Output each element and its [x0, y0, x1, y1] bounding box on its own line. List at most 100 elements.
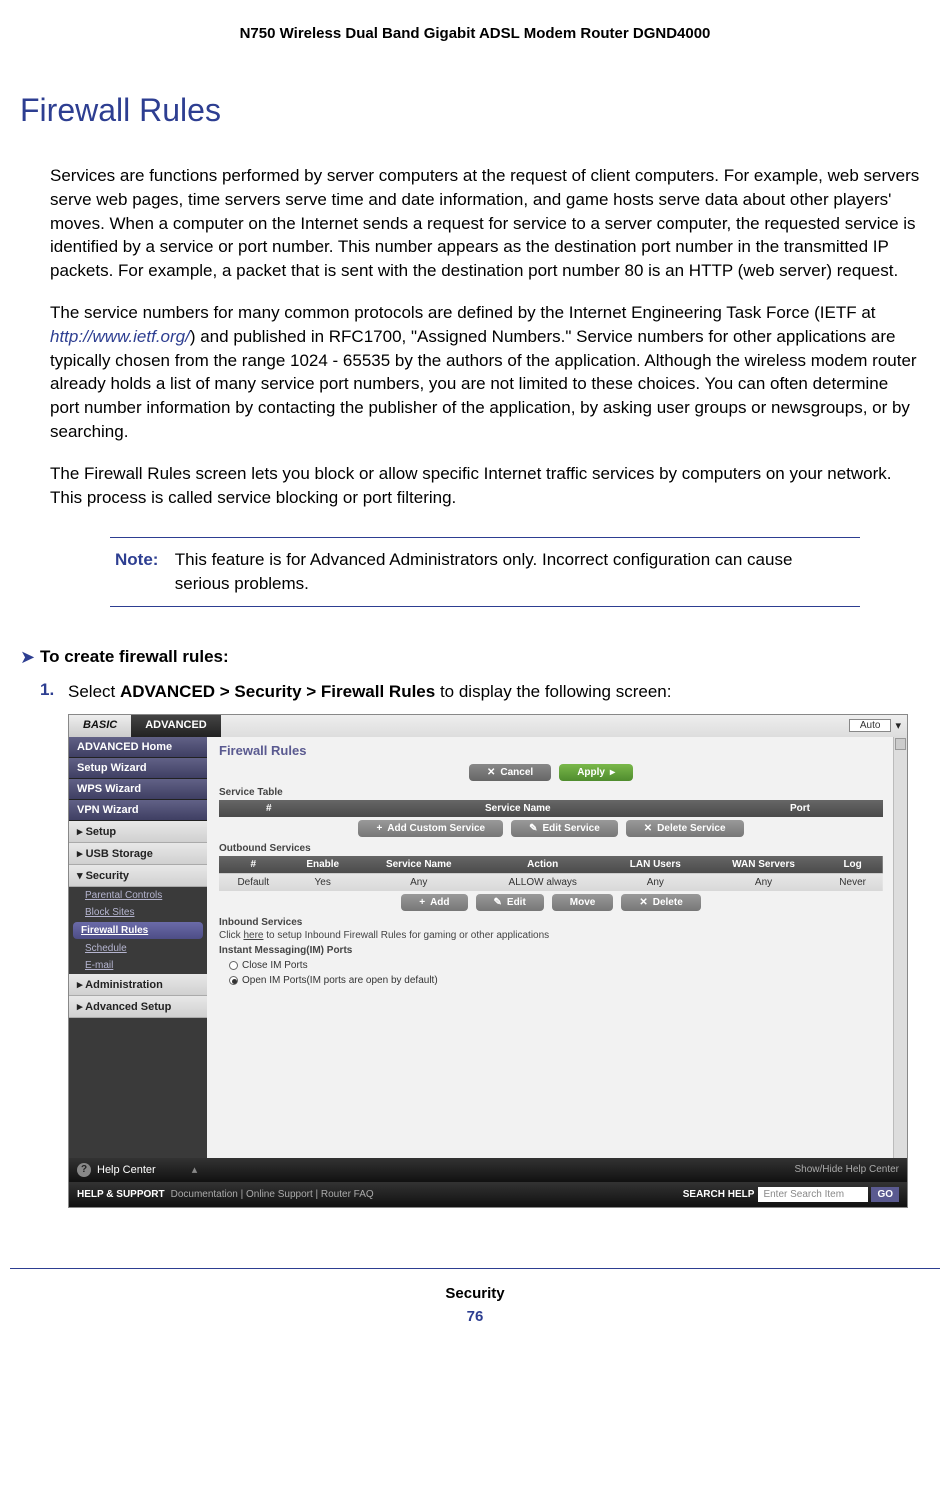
ietf-link[interactable]: http://www.ietf.org/: [50, 327, 190, 346]
router-screenshot: BASIC ADVANCED Auto▾ ADVANCED Home Setup…: [68, 714, 908, 1208]
th-number: #: [219, 800, 319, 817]
apply-button[interactable]: Apply ▸: [559, 764, 633, 781]
inbound-text-a: Click: [219, 930, 243, 941]
close-icon: ✕: [644, 823, 652, 834]
th-lan: LAN Users: [606, 856, 705, 874]
cancel-label: Cancel: [500, 767, 533, 778]
step-text: Select ADVANCED > Security > Firewall Ru…: [68, 680, 920, 704]
sidebar-spacer: [69, 1018, 207, 1158]
td-enable: Yes: [288, 873, 358, 891]
service-buttons: +Add Custom Service ✎Edit Service ✕ Delet…: [219, 820, 883, 837]
sidebar-usb-storage[interactable]: ▸ USB Storage: [69, 843, 207, 865]
outbound-header: # Enable Service Name Action LAN Users W…: [219, 856, 883, 874]
edit-label: Edit: [507, 897, 526, 908]
action-row: ✕Cancel Apply ▸: [219, 764, 883, 781]
add-custom-service-button[interactable]: +Add Custom Service: [358, 820, 503, 837]
edit-service-button[interactable]: ✎Edit Service: [511, 820, 618, 837]
sidebar-advanced-home[interactable]: ADVANCED Home: [69, 737, 207, 758]
sidebar: ADVANCED Home Setup Wizard WPS Wizard VP…: [69, 737, 207, 1158]
radio-selected-icon: [229, 976, 238, 985]
delete-service-label: Delete Service: [657, 823, 725, 834]
help-support-label: HELP & SUPPORT: [77, 1189, 165, 1200]
sidebar-schedule[interactable]: Schedule: [69, 940, 207, 957]
arrow-right-icon: ▸: [610, 767, 615, 778]
footer-section-label: Security: [10, 1285, 940, 1302]
outbound-row-default: Default Yes Any ALLOW always Any Any Nev…: [219, 873, 883, 891]
footer-page-number: 76: [10, 1308, 940, 1325]
search-help-label: SEARCH HELP: [683, 1189, 755, 1200]
apply-label: Apply: [577, 767, 605, 778]
sidebar-wps-wizard[interactable]: WPS Wizard: [69, 779, 207, 800]
sidebar-email[interactable]: E-mail: [69, 957, 207, 974]
page-footer: Security 76: [10, 1268, 940, 1341]
td-service: Any: [358, 873, 480, 891]
tab-spacer: [221, 715, 843, 737]
inbound-text: Click here to setup Inbound Firewall Rul…: [219, 930, 883, 941]
close-icon: ✕: [639, 897, 647, 908]
inbound-label: Inbound Services: [219, 917, 883, 928]
sidebar-setup-wizard[interactable]: Setup Wizard: [69, 758, 207, 779]
add-button[interactable]: + Add: [401, 894, 467, 911]
add-custom-label: Add Custom Service: [387, 823, 485, 834]
im-open-option[interactable]: Open IM Ports(IM ports are open by defau…: [219, 973, 883, 988]
delete-service-button[interactable]: ✕ Delete Service: [626, 820, 744, 837]
sidebar-parental-controls[interactable]: Parental Controls: [69, 887, 207, 904]
delete-button[interactable]: ✕ Delete: [621, 894, 700, 911]
chevron-down-icon: ▾: [895, 719, 901, 732]
move-button[interactable]: Move: [552, 894, 614, 911]
plus-icon: +: [419, 897, 425, 908]
help-center-label: Help Center: [97, 1164, 156, 1176]
im-close-option[interactable]: Close IM Ports: [219, 958, 883, 973]
sidebar-vpn-wizard[interactable]: VPN Wizard: [69, 800, 207, 821]
inbound-here-link[interactable]: here: [243, 930, 263, 941]
refresh-dropdown[interactable]: Auto▾: [843, 715, 907, 737]
tab-basic[interactable]: BASIC: [69, 715, 131, 737]
step1-path: ADVANCED > Security > Firewall Rules: [120, 682, 435, 701]
delete-label: Delete: [653, 897, 683, 908]
th-log: Log: [822, 856, 883, 874]
outbound-table: # Enable Service Name Action LAN Users W…: [219, 856, 883, 891]
para2-part-a: The service numbers for many common prot…: [50, 303, 876, 322]
help-center-bar[interactable]: ? Help Center ▴ Show/Hide Help Center: [69, 1158, 907, 1182]
sidebar-setup[interactable]: ▸ Setup: [69, 821, 207, 843]
help-support-links[interactable]: Documentation | Online Support | Router …: [171, 1189, 374, 1200]
go-button[interactable]: GO: [871, 1187, 899, 1202]
add-label: Add: [430, 897, 449, 908]
service-table-label: Service Table: [219, 787, 883, 798]
edit-button[interactable]: ✎Edit: [476, 894, 544, 911]
procedure-arrow-icon: ➤: [10, 647, 40, 668]
sidebar-firewall-rules[interactable]: Firewall Rules: [73, 922, 203, 939]
search-input[interactable]: Enter Search Item: [758, 1187, 868, 1202]
scroll-up-icon[interactable]: [895, 738, 906, 750]
th-number: #: [219, 856, 288, 874]
procedure-heading-row: ➤ To create firewall rules:: [10, 647, 940, 668]
im-ports-label: Instant Messaging(IM) Ports: [219, 945, 883, 956]
th-enable: Enable: [288, 856, 358, 874]
td-log: Never: [822, 873, 883, 891]
step1-c: to display the following screen:: [435, 682, 671, 701]
sidebar-block-sites[interactable]: Block Sites: [69, 904, 207, 921]
top-tabs: BASIC ADVANCED Auto▾: [69, 715, 907, 737]
th-service-name: Service Name: [319, 800, 717, 817]
sidebar-security[interactable]: ▾ Security: [69, 865, 207, 887]
content-panel: Firewall Rules ✕Cancel Apply▸ Service Ta…: [207, 737, 907, 1158]
sidebar-administration[interactable]: ▸ Administration: [69, 974, 207, 996]
td-wan: Any: [705, 873, 822, 891]
service-table: # Service Name Port: [219, 800, 883, 817]
cancel-button[interactable]: ✕Cancel: [469, 764, 551, 781]
step-1: 1. Select ADVANCED > Security > Firewall…: [40, 680, 920, 704]
paragraph-3: The Firewall Rules screen lets you block…: [50, 462, 920, 510]
document-header: N750 Wireless Dual Band Gigabit ADSL Mod…: [10, 20, 940, 92]
help-icon: ?: [77, 1163, 91, 1177]
note-label: Note:: [115, 548, 170, 572]
th-action: Action: [480, 856, 606, 874]
outbound-label: Outbound Services: [219, 843, 883, 854]
tab-advanced[interactable]: ADVANCED: [131, 715, 221, 737]
step1-a: Select: [68, 682, 120, 701]
drag-handle-icon[interactable]: ▴: [162, 1163, 230, 1176]
help-toggle-link[interactable]: Show/Hide Help Center: [795, 1164, 900, 1175]
refresh-value: Auto: [849, 719, 892, 732]
th-port: Port: [717, 800, 883, 817]
vertical-scrollbar[interactable]: [893, 737, 907, 1158]
sidebar-advanced-setup[interactable]: ▸ Advanced Setup: [69, 996, 207, 1018]
